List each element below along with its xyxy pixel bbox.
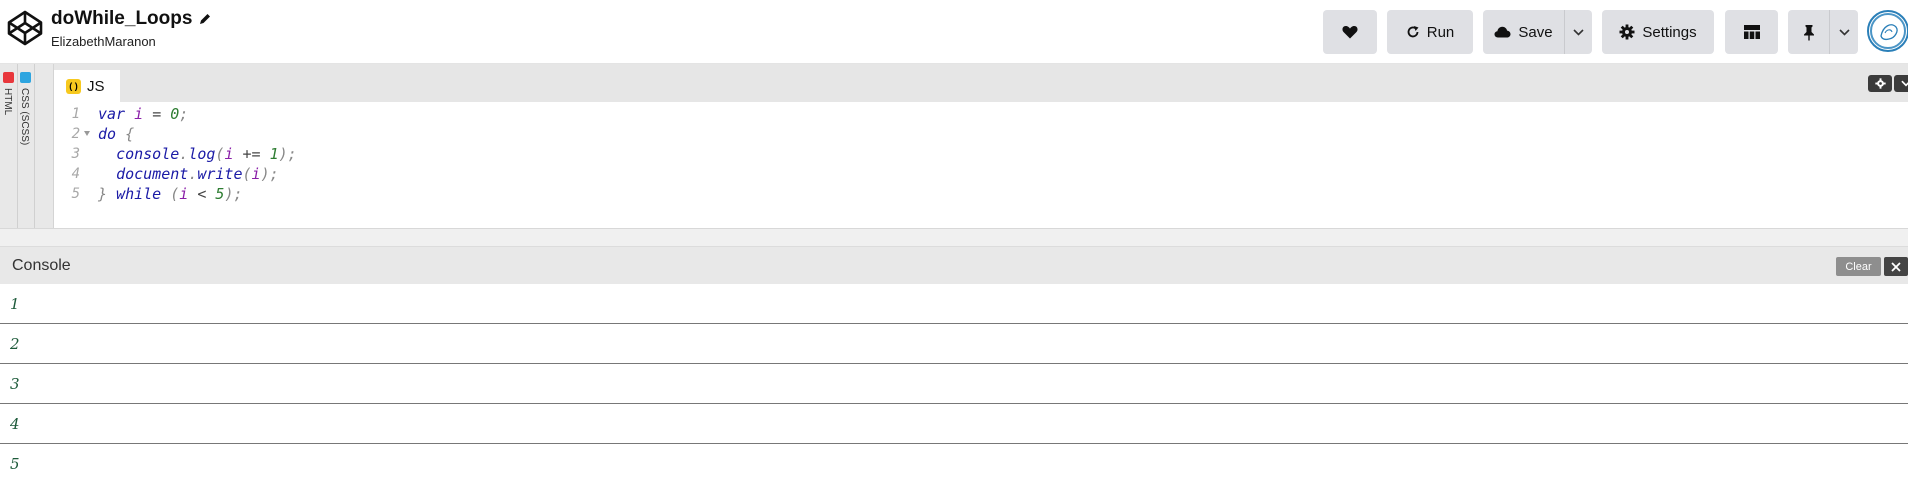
console-title: Console [12, 257, 71, 274]
console-log-row: 4 [0, 404, 1908, 444]
like-button[interactable] [1323, 10, 1377, 54]
user-avatar[interactable] [1867, 10, 1908, 52]
gear-icon [1619, 24, 1635, 40]
console-log-text: 1 [10, 295, 20, 313]
css-tab-label: CSS (SCSS) [19, 88, 30, 146]
code-editor[interactable]: 1 var i = 0; 2 do { 3 console.log(i += 1… [54, 102, 1908, 228]
html-tab-label: HTML [2, 88, 13, 116]
line-number: 5 [71, 186, 80, 202]
cloud-icon [1494, 26, 1511, 38]
js-editor-tab[interactable]: ( ) JS [54, 70, 120, 102]
pane-resize-handle[interactable] [0, 228, 1908, 246]
console-close-button[interactable] [1884, 257, 1908, 276]
pen-title-block: doWhile_Loops ElizabethMaranon [51, 8, 212, 49]
console-log-text: 5 [10, 455, 20, 473]
heart-icon [1342, 26, 1358, 39]
pencil-edit-icon[interactable] [198, 12, 212, 26]
pin-icon [1803, 24, 1814, 40]
pen-title[interactable]: doWhile_Loops [51, 8, 212, 30]
close-icon [1891, 261, 1901, 272]
console-log-row: 3 [0, 364, 1908, 404]
fold-arrow-icon[interactable] [84, 131, 90, 136]
run-label: Run [1426, 23, 1455, 41]
tab-divider [34, 64, 35, 228]
editor-collapse-button[interactable] [1894, 75, 1908, 92]
codepen-logo-icon[interactable] [6, 9, 44, 47]
pin-options-button[interactable] [1829, 10, 1858, 54]
console-log-row: 2 [0, 324, 1908, 364]
pen-title-text[interactable]: doWhile_Loops [51, 8, 192, 30]
console-log-row: 5 [0, 444, 1908, 484]
layout-button[interactable] [1725, 10, 1778, 54]
editor-area: HTML CSS (SCSS) ( ) JS 1 var i = 0; 2 do… [0, 64, 1908, 228]
console-log-text: 2 [10, 335, 20, 353]
save-options-button[interactable] [1564, 10, 1592, 54]
css-badge-icon [20, 72, 31, 83]
gear-icon [1874, 78, 1886, 89]
layout-icon [1743, 25, 1760, 39]
console-log-text: 3 [10, 375, 20, 393]
console-header: Console Clear [0, 246, 1908, 284]
console-log-text: 4 [10, 415, 20, 433]
save-button[interactable]: Save [1483, 10, 1564, 54]
avatar-image [1870, 13, 1906, 49]
settings-button[interactable]: Settings [1602, 10, 1714, 54]
html-badge-icon [3, 72, 14, 83]
chevron-down-icon [1573, 28, 1584, 36]
code-line: 5 } while (i < 5); [54, 182, 1908, 206]
console-log-row: 1 [0, 284, 1908, 324]
save-label: Save [1518, 23, 1553, 41]
pin-button[interactable] [1788, 10, 1829, 54]
top-header: doWhile_Loops ElizabethMaranon Run Save [0, 0, 1908, 64]
js-badge-icon: ( ) [66, 78, 81, 94]
js-editor-header: ( ) JS [54, 64, 1908, 102]
settings-label: Settings [1642, 23, 1697, 41]
console-output: 1 2 3 4 5 [0, 284, 1908, 482]
editor-settings-button[interactable] [1868, 75, 1892, 92]
html-editor-tab[interactable]: HTML [1, 70, 16, 228]
css-editor-tab[interactable]: CSS (SCSS) [18, 70, 33, 228]
collapsed-editor-tabs: HTML CSS (SCSS) [0, 64, 54, 228]
chevron-down-icon [1901, 80, 1908, 87]
run-button[interactable]: Run [1387, 10, 1473, 54]
code-text: } while (i < 5); [98, 185, 243, 203]
author-name[interactable]: ElizabethMaranon [51, 34, 212, 49]
refresh-icon [1407, 26, 1419, 38]
chevron-down-icon [1838, 28, 1850, 36]
js-tab-label: JS [87, 77, 105, 95]
console-clear-button[interactable]: Clear [1836, 257, 1881, 276]
